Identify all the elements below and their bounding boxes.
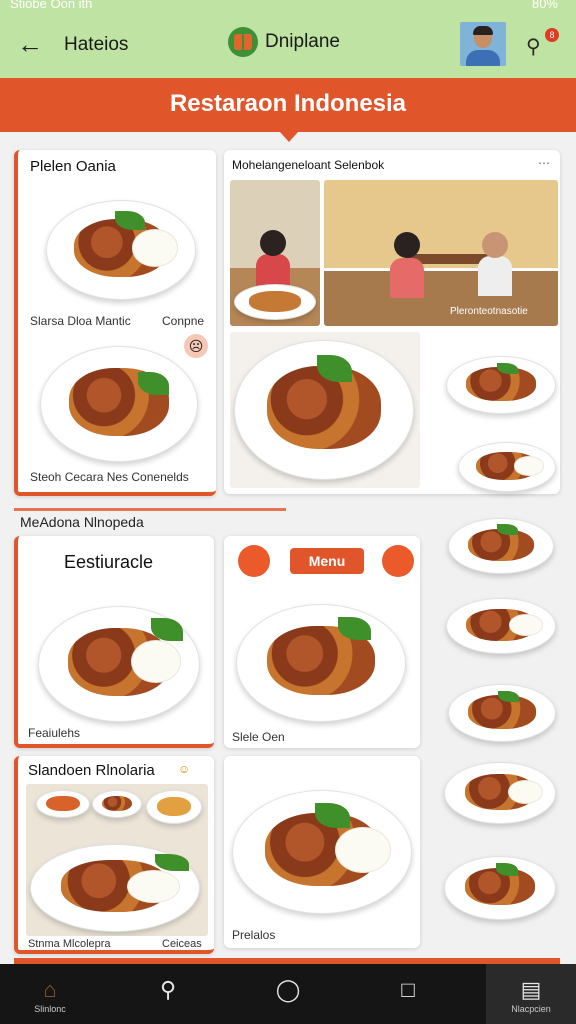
battery-level: 80% [531, 0, 558, 11]
dish-image[interactable] [444, 856, 556, 920]
dish-image[interactable] [444, 762, 556, 824]
section-title: MeAdona Nlnopeda [20, 514, 144, 530]
card-title: Mohelangeneloant Selenbok [232, 158, 385, 172]
nav-label: Slinlonc [34, 1004, 66, 1014]
dish-image[interactable] [446, 598, 556, 654]
dish-caption: Prelalos [232, 928, 276, 942]
dish-caption-right: Ceiceas [162, 938, 202, 950]
dish-image[interactable] [446, 356, 556, 414]
more-icon[interactable]: ⋯ [538, 156, 550, 170]
prev-button[interactable] [238, 545, 270, 577]
status-bar: Stiobe Oon ith 80% [0, 0, 576, 14]
dish-image[interactable] [38, 606, 200, 722]
cart-icon: ⚲ [526, 36, 541, 58]
dish-caption: Feaiulehs [28, 726, 81, 740]
page-title: Restaraon Indonesia [169, 90, 407, 117]
dish-card[interactable]: Eestiuracle Feaiulehs [14, 536, 214, 748]
restaurant-photo[interactable]: Pleronteotnasotie [324, 180, 558, 326]
dish-image[interactable] [46, 200, 196, 300]
status-text: Stiobe Oon ith [10, 0, 93, 11]
dish-caption-right: Conpne [162, 314, 205, 328]
banner-notch [280, 132, 298, 142]
dish-photo[interactable] [26, 784, 208, 936]
card-title: Slandoen Rlnolaria [28, 762, 155, 779]
dish-card[interactable]: Prelalos [224, 756, 420, 948]
bottom-nav: ⌂ Slinlonc ⚲ ◯ □ ▤ Nlacpcien [0, 964, 576, 1024]
nav-chat[interactable]: ▤ Nlacpcien [486, 964, 576, 1024]
card-title: Eestiuracle [64, 552, 154, 572]
app-bar-title: Hateios [64, 34, 129, 55]
nav-recents[interactable]: □ [368, 964, 448, 1024]
search-icon: ⚲ [159, 977, 177, 1002]
menu-button-label: Menu [308, 553, 346, 569]
brand[interactable]: Dniplane [228, 27, 340, 57]
emoji-reaction-icon[interactable]: ☹ [184, 334, 208, 358]
dish-image[interactable] [236, 604, 406, 722]
dish-card[interactable]: Slandoen Rlnolaria ☺ Stnma Mlcolepra Cei… [14, 756, 214, 954]
cart-badge: 8 [545, 28, 559, 42]
dish-photo[interactable] [230, 332, 420, 488]
nav-label: Nlacpcien [511, 1004, 551, 1014]
restaurant-gallery-card[interactable]: Mohelangeneloant Selenbok ⋯ Pleronteotna… [224, 150, 560, 494]
photo-caption: Pleronteotnasotie [450, 306, 528, 317]
restaurant-photo[interactable] [230, 180, 320, 326]
home-icon: ⌂ [43, 977, 57, 1002]
dish-caption: Slele Oen [232, 730, 285, 744]
emoji-reaction-icon[interactable]: ☺ [178, 762, 190, 776]
dish-caption: Slarsa Dloa Mantic [30, 314, 131, 328]
brand-name: Dniplane [265, 31, 340, 52]
chat-icon: ▤ [520, 977, 542, 1002]
dish-caption: Steoh Cecara Nes Conenelds [30, 470, 189, 484]
cart-button[interactable]: ⚲ 8 [524, 28, 559, 60]
avatar[interactable] [460, 22, 506, 66]
brand-logo-icon [228, 27, 258, 57]
nav-search[interactable]: ⚲ [128, 964, 208, 1024]
dish-image[interactable] [448, 518, 554, 574]
restaurant-banner: Restaraon Indonesia [0, 78, 576, 132]
dish-image[interactable] [448, 684, 556, 742]
circle-home-icon: ◯ [275, 977, 301, 1002]
nav-system-home[interactable]: ◯ [248, 964, 328, 1024]
menu-button[interactable]: Menu [290, 548, 364, 574]
section-divider [14, 508, 286, 511]
featured-dish-card[interactable]: Plelen Oania Slarsa Dloa Mantic Conpne ☹… [14, 150, 216, 496]
square-recents-icon: □ [401, 977, 415, 1002]
next-button[interactable] [382, 545, 414, 577]
back-arrow-icon[interactable]: ← [14, 30, 46, 58]
nav-home[interactable]: ⌂ Slinlonc [10, 964, 90, 1024]
dish-image[interactable] [40, 346, 198, 462]
dish-image[interactable] [232, 790, 412, 914]
app-bar: ← Hateios Dniplane ⚲ 8 [0, 14, 576, 78]
card-title: Plelen Oania [30, 158, 116, 175]
dish-caption: Stnma Mlcolepra [28, 938, 111, 950]
dish-image[interactable] [458, 442, 556, 492]
